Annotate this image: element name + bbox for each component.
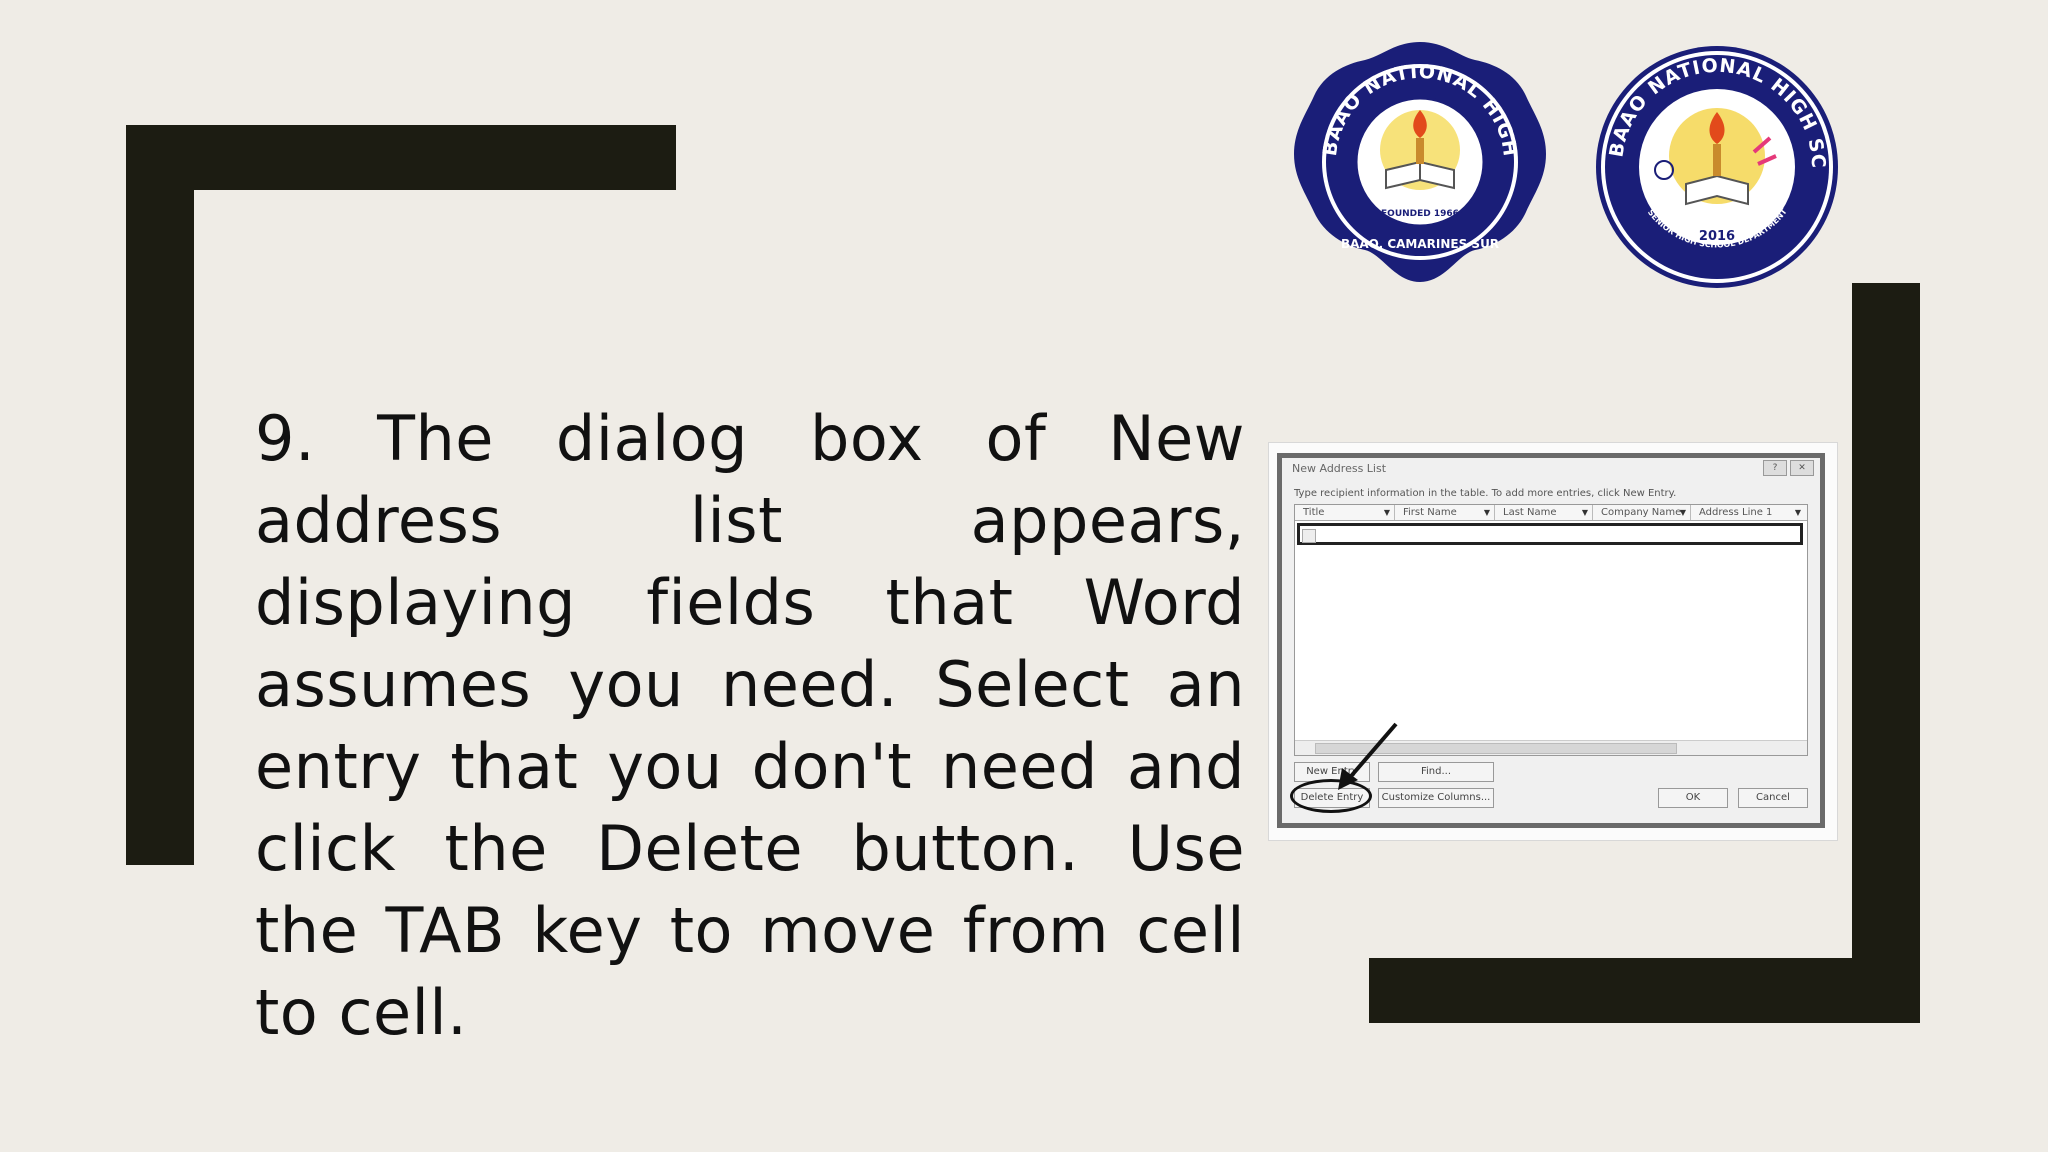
- dropdown-arrow-icon: ▼: [1383, 508, 1390, 517]
- logo-left-place: BAAO, CAMARINES SUR: [1341, 237, 1499, 251]
- pointer-arrow-icon: [1338, 722, 1398, 790]
- dropdown-arrow-icon: ▼: [1483, 508, 1490, 517]
- column-header-label: Address Line 1: [1699, 507, 1773, 518]
- logo-left-founded: FOUNDED 1966: [1381, 209, 1459, 219]
- column-header-label: Company Name: [1601, 507, 1682, 518]
- row-selector[interactable]: [1302, 529, 1316, 543]
- column-header-label: Title: [1303, 507, 1325, 518]
- table-header: Title ▼ First Name ▼ Last Name ▼ Company Na…: [1295, 505, 1807, 521]
- column-header[interactable]: Last Name ▼: [1495, 505, 1593, 520]
- window-controls: ? ✕: [1763, 460, 1814, 476]
- frame-bottom-right-vertical: [1852, 283, 1920, 1023]
- school-logo-left: BAAO NATIONAL HIGH SCHOOL FOUNDED 1966 B…: [1281, 21, 1550, 288]
- dropdown-arrow-icon: ▼: [1794, 508, 1801, 517]
- address-table: Title ▼ First Name ▼ Last Name ▼ Company Na…: [1294, 504, 1808, 756]
- dropdown-arrow-icon: ▼: [1581, 508, 1588, 517]
- dialog-title: New Address List: [1292, 462, 1387, 475]
- new-address-list-dialog: New Address List ? ✕ Type recipient info…: [1277, 453, 1825, 828]
- column-header-label: Last Name: [1503, 507, 1557, 518]
- frame-top-left-vertical: [126, 125, 194, 865]
- column-header[interactable]: Address Line 1 ▼: [1691, 505, 1805, 520]
- help-icon[interactable]: ?: [1763, 460, 1787, 476]
- column-header[interactable]: First Name ▼: [1395, 505, 1495, 520]
- frame-bottom-right-horizontal: [1369, 958, 1920, 1023]
- ok-button[interactable]: OK: [1658, 788, 1728, 808]
- column-header[interactable]: Title ▼: [1295, 505, 1395, 520]
- cancel-button[interactable]: Cancel: [1738, 788, 1808, 808]
- dialog-instruction: Type recipient information in the table.…: [1294, 488, 1677, 499]
- dropdown-arrow-icon: ▼: [1679, 508, 1686, 517]
- table-row[interactable]: [1297, 523, 1803, 545]
- school-logo-right: 2016 BAAO NATIONAL HIGH SCHOOL SENIOR HI…: [1585, 27, 1840, 290]
- frame-top-left-horizontal: [126, 125, 676, 190]
- column-header[interactable]: Company Name ▼: [1593, 505, 1691, 520]
- column-header-label: First Name: [1403, 507, 1457, 518]
- slide-body-text: 9. The dialog box of New address list ap…: [255, 402, 1245, 1049]
- dialog-screenshot: New Address List ? ✕ Type recipient info…: [1268, 442, 1838, 841]
- close-icon[interactable]: ✕: [1790, 460, 1814, 476]
